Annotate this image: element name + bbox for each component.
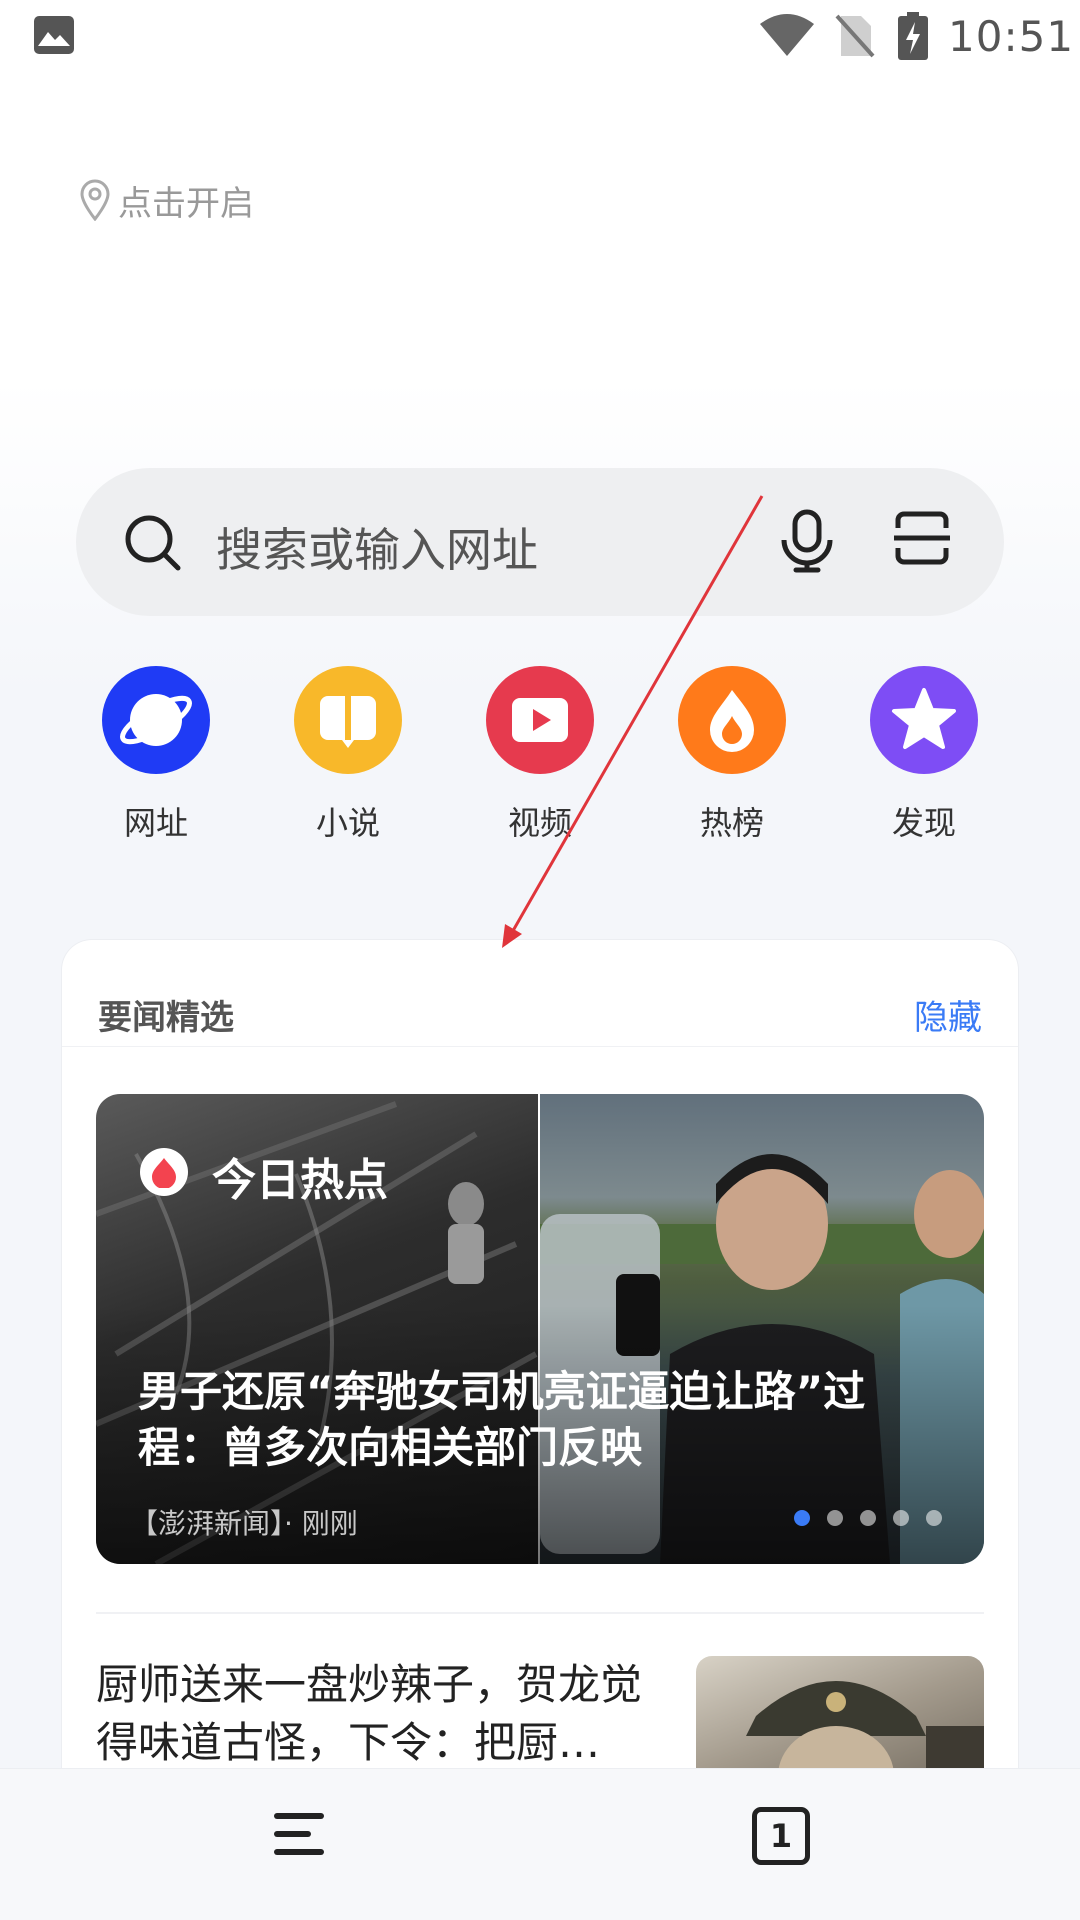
shortcut-websites[interactable]: 网址 [81, 666, 231, 846]
tabs-count-button[interactable]: 1 [752, 1807, 810, 1865]
gallery-icon [34, 16, 74, 54]
shortcut-hot-list[interactable]: 热榜 [657, 666, 807, 846]
shortcut-discover[interactable]: 发现 [849, 666, 999, 846]
carousel-dot [794, 1510, 810, 1526]
battery-charging-icon [898, 12, 928, 60]
clock: 10:51 [948, 12, 1075, 61]
shortcut-circle [678, 666, 786, 774]
banner-headline[interactable]: 男子还原“奔驰女司机亮证逼迫让路”过程：曾多次向相关部门反映 [138, 1364, 938, 1476]
menu-icon[interactable] [274, 1811, 324, 1857]
hot-badge-label: 今日热点 [212, 1155, 388, 1206]
wifi-icon [760, 14, 814, 56]
divider [96, 1612, 984, 1614]
carousel-dot [827, 1510, 843, 1526]
news-item-title[interactable]: 厨师送来一盘炒辣子，贺龙觉得味道古怪，下令：把厨… [96, 1656, 676, 1772]
location-enable-link[interactable]: 点击开启 [80, 176, 254, 224]
hide-news-button[interactable]: 隐藏 [914, 990, 982, 1039]
bottom-navigation: 1 [0, 1768, 1080, 1920]
star-icon [892, 688, 956, 749]
play-icon [512, 698, 568, 742]
carousel-dot [860, 1510, 876, 1526]
shortcut-novels[interactable]: 小说 [273, 666, 423, 846]
divider [62, 1046, 1018, 1047]
shortcut-circle [294, 666, 402, 774]
shortcut-circle [870, 666, 978, 774]
shortcut-circle [486, 666, 594, 774]
hot-news-banner[interactable]: 今日热点 男子还原“奔驰女司机亮证逼迫让路”过程：曾多次向相关部门反映 【澎湃新… [96, 1094, 984, 1564]
banner-source: 【澎湃新闻】· 刚刚 [130, 1507, 358, 1540]
shortcut-label: 视频 [507, 804, 572, 842]
carousel-dot [926, 1510, 942, 1526]
scan-icon[interactable] [894, 510, 950, 566]
status-bar: 10:51 [0, 0, 1080, 80]
search-bar[interactable]: 搜索或输入网址 [76, 468, 1004, 616]
location-pin-icon [80, 179, 110, 221]
microphone-icon[interactable] [778, 508, 836, 574]
browser-home-screen: 10:51 点击开启 搜索或输入网址 网址 小说 视频 热榜 发现 要闻精选 隐… [0, 0, 1080, 1920]
search-icon [125, 515, 181, 571]
news-section-title: 要闻精选 [98, 998, 234, 1038]
book-icon [320, 696, 376, 748]
shortcut-label: 小说 [315, 804, 380, 842]
shortcut-label: 网址 [123, 804, 188, 842]
search-input[interactable]: 搜索或输入网址 [216, 514, 538, 580]
location-label: 点击开启 [118, 183, 254, 224]
hot-badge-icon [140, 1148, 188, 1196]
no-sim-icon [835, 14, 875, 58]
carousel-dot [893, 1510, 909, 1526]
shortcut-video[interactable]: 视频 [465, 666, 615, 846]
shortcut-label: 热榜 [699, 804, 764, 842]
carousel-indicator [794, 1510, 959, 1530]
flame-icon [710, 690, 754, 752]
planet-icon [120, 694, 192, 746]
flame-icon [152, 1158, 176, 1188]
shortcut-circle [102, 666, 210, 774]
shortcut-label: 发现 [891, 804, 956, 842]
